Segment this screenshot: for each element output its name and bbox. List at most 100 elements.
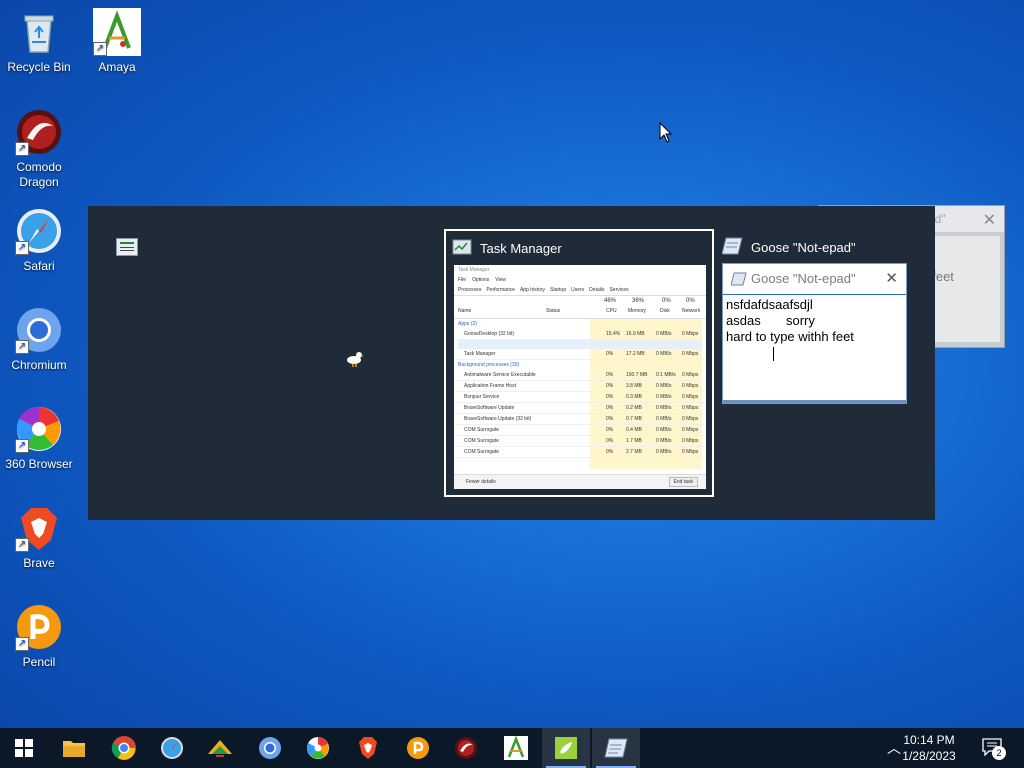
- thumb-cell-name: BraveSoftware Update: [464, 405, 515, 411]
- taskbar-file-explorer[interactable]: [50, 728, 98, 768]
- task-manager-thumbnail: Task Manager File Options View Processes…: [454, 265, 706, 489]
- goose-desktop-window-icon[interactable]: [116, 238, 138, 256]
- pencil-icon: [407, 737, 429, 759]
- thumb-cell-name: Application Frame Host: [464, 383, 516, 389]
- thumb-process-row: Antimalware Service Executable 0% 150.7 MB…: [454, 370, 706, 381]
- notepad-text-area[interactable]: nsfdafdsaafsdjl asdas sorry hard to type…: [723, 295, 906, 363]
- alttab-item-notepad[interactable]: Goose "Not-epad" ✕ nsfdafdsaafsdjl asdas…: [722, 263, 907, 404]
- thumb-cell-disk: 0.1 MB/s: [656, 372, 676, 378]
- thumb-usage: 36%: [632, 298, 645, 304]
- thumb-cell-mem: 17.2 MB: [626, 351, 645, 357]
- desktop-icon-brave[interactable]: ↗ Brave: [0, 504, 78, 571]
- notification-count: 2: [992, 746, 1006, 760]
- alttab-item-task-manager[interactable]: Task Manager Task Manager File Options V…: [444, 229, 714, 497]
- thumb-cell-disk: 0 MB/s: [656, 394, 672, 400]
- clock[interactable]: 10:14 PM 1/28/2023: [894, 732, 964, 764]
- thumb-cell-net: 0 Mbps: [682, 449, 699, 455]
- desktop-icon-label: Pencil: [22, 655, 56, 669]
- chromium-icon: ↗: [15, 306, 63, 354]
- thumb-cell-mem: 0.7 MB: [626, 416, 642, 422]
- shortcut-arrow-icon: ↗: [15, 340, 29, 354]
- desktop-icon-safari[interactable]: ↗ Safari: [0, 207, 78, 274]
- thumb-cell-net: 0 Mbps: [682, 372, 699, 378]
- thumb-process-row: BraveSoftware Update (32 bit) 0% 0.7 MB 0 M…: [454, 414, 706, 425]
- thumb-process-row: COM Surrogate 0% 1.7 MB 0 MB/s 0 Mbps: [454, 436, 706, 447]
- desktop-icon-label: Safari: [23, 259, 55, 273]
- start-button[interactable]: [0, 728, 48, 768]
- chrome-icon: [111, 736, 136, 760]
- thumb-cell-cpu: 0%: [606, 351, 614, 357]
- desktop-icon-recycle-bin[interactable]: Recycle Bin: [0, 8, 78, 75]
- thumb-cell-cpu: 0%: [606, 449, 614, 455]
- thumb-section: Apps (2): [458, 321, 477, 327]
- taskbar-chrome[interactable]: [100, 728, 148, 768]
- clock-date: 1/28/2023: [902, 749, 956, 763]
- goose-desktop-icon: [555, 737, 577, 759]
- thumb-cell-net: 0 Mbps: [682, 394, 699, 400]
- thumb-tab: Startup: [549, 287, 567, 293]
- brave-icon: ↗: [15, 504, 63, 552]
- task-manager-icon: [452, 239, 472, 255]
- thumb-usage: 46%: [604, 298, 617, 304]
- thumb-process-row: Bonjour Service 0% 0.3 MB 0 MB/s 0 Mbps: [454, 392, 706, 403]
- browser-360-icon: ↗: [15, 405, 63, 453]
- thumb-cell-name: Antimalware Service Executable: [464, 372, 536, 378]
- taskbar-goose-desktop[interactable]: [542, 728, 590, 768]
- close-icon: ✕: [982, 212, 996, 229]
- comodo-dragon-icon: ↗: [15, 108, 63, 156]
- clock-time: 10:14 PM: [903, 733, 955, 747]
- desktop-icon-pencil[interactable]: ↗ Pencil: [0, 603, 78, 670]
- brave-icon: [359, 737, 377, 759]
- taskbar: ︿ 10:14 PM 1/28/2023 2: [0, 728, 1024, 768]
- thumb-cell-net: 0 Mbps: [682, 427, 699, 433]
- thumb-cell-cpu: 0%: [606, 405, 614, 411]
- thumb-cell-mem: 150.7 MB: [626, 372, 648, 378]
- desktop-icon-label: Brave: [23, 556, 55, 570]
- taskbar-pencil[interactable]: [394, 728, 442, 768]
- thumb-process-row: GooseDesktop (32 bit) 15.4% 16.9 MB 0 MB/s 0…: [454, 329, 706, 340]
- desktop-icon-label: Amaya: [98, 60, 136, 74]
- safari-icon: [161, 737, 183, 759]
- desktop-icon-amaya[interactable]: ↗ Amaya: [78, 8, 156, 75]
- shortcut-arrow-icon: ↗: [15, 637, 29, 651]
- taskbar-amaya[interactable]: [492, 728, 540, 768]
- thumb-cell-name: COM Surrogate: [464, 438, 500, 444]
- desktop-icon-chromium[interactable]: ↗ Chromium: [0, 306, 78, 373]
- desktop-icon-label: Recycle Bin: [7, 60, 71, 74]
- thumb-cell-mem: 0.2 MB: [626, 405, 642, 411]
- thumb-cell-mem: 3.8 MB: [626, 383, 642, 389]
- thumb-cell-cpu: 0%: [606, 383, 614, 389]
- thumb-cell-cpu: 0%: [606, 394, 614, 400]
- taskbar-360-browser[interactable]: [294, 728, 342, 768]
- taskbar-comodo-dragon[interactable]: [442, 728, 490, 768]
- thumb-cell-name: BraveSoftware Update (32 bit): [464, 416, 532, 422]
- comodo-dragon-icon: [455, 737, 477, 759]
- taskbar-chromium[interactable]: [246, 728, 294, 768]
- thumb-end-task: End task: [668, 477, 698, 487]
- thumb-cell-mem: 0.3 MB: [626, 394, 642, 400]
- thumb-cell-mem: 0.4 MB: [626, 427, 642, 433]
- desktop-icon-comodo-dragon[interactable]: ↗ Comodo Dragon: [0, 108, 78, 190]
- thumb-process-row: COM Surrogate 0% 2.7 MB 0 MB/s 0 Mbps: [454, 447, 706, 458]
- horizontal-scrollbar: [723, 400, 906, 403]
- amaya-icon: ↗: [93, 8, 141, 56]
- thumb-window-title: Task Manager: [458, 267, 490, 273]
- shortcut-arrow-icon: ↗: [15, 538, 29, 552]
- amaya-icon: [504, 736, 528, 760]
- taskbar-amaya-app[interactable]: [196, 728, 244, 768]
- notepad-line: asdas sorry: [726, 313, 815, 328]
- action-center-button[interactable]: 2: [982, 738, 1006, 760]
- thumb-tab: Details: [589, 287, 605, 293]
- thumb-cell-name: GooseDesktop (32 bit): [464, 331, 515, 337]
- desktop-icon-360-browser[interactable]: ↗ 360 Browser: [0, 405, 78, 472]
- thumb-cell-disk: 0 MB/s: [656, 449, 672, 455]
- taskbar-brave[interactable]: [344, 728, 392, 768]
- thumb-cell-cpu: 0%: [606, 427, 614, 433]
- thumb-fewer-details: Fewer details: [466, 479, 496, 485]
- taskbar-notepad[interactable]: [592, 728, 640, 768]
- chromium-icon: [259, 737, 281, 759]
- goose-icon: [347, 352, 364, 367]
- close-button[interactable]: ✕: [885, 264, 898, 294]
- taskbar-safari[interactable]: [148, 728, 196, 768]
- thumb-cell-disk: 0 MB/s: [656, 331, 672, 337]
